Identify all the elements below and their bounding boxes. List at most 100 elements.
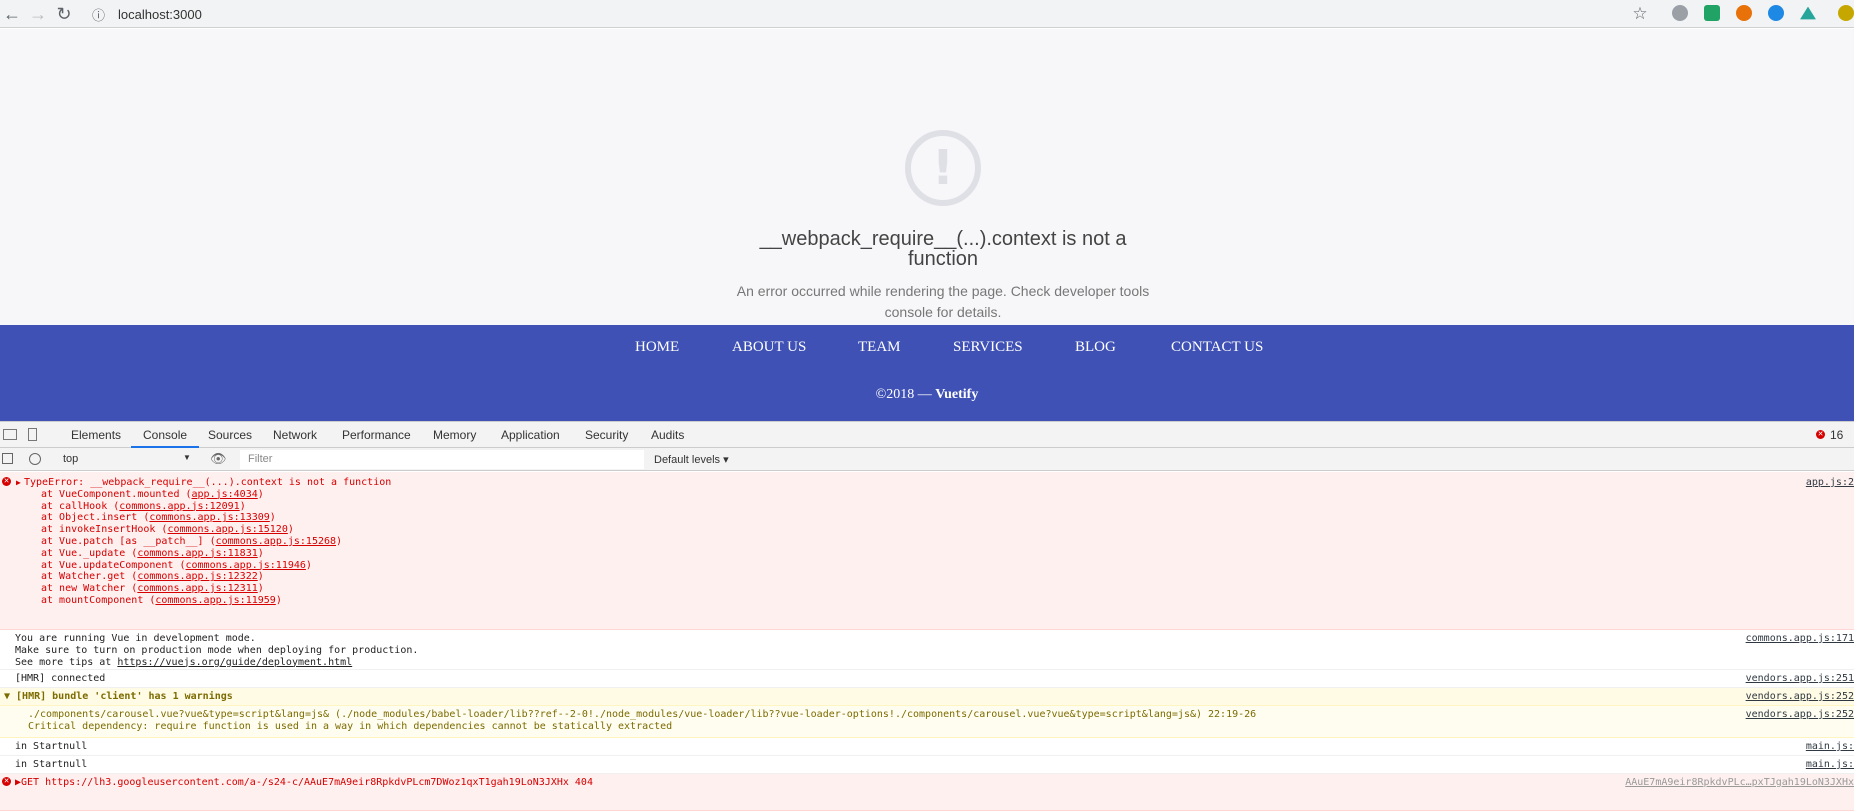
console-error: ✕ ▶GET https://lh3.googleusercontent.com… bbox=[0, 774, 1854, 811]
context-select[interactable]: top bbox=[63, 453, 78, 465]
stack-paren: ) bbox=[287, 524, 294, 536]
network-error[interactable]: ▶GET https://lh3.googleusercontent.com/a… bbox=[15, 777, 1854, 789]
page-viewport: ! __webpack_require__(...).context is no… bbox=[0, 29, 1854, 325]
url-text[interactable]: localhost:3000 bbox=[118, 7, 202, 22]
stack-source-link[interactable]: commons.app.js:12322 bbox=[137, 571, 257, 582]
stack-function: at Watcher.get ( bbox=[41, 571, 138, 583]
stack-source-link[interactable]: app.js:4034 bbox=[192, 489, 258, 500]
expand-icon[interactable]: ▶ bbox=[16, 477, 21, 489]
nav-link-about[interactable]: ABOUT US bbox=[732, 339, 806, 356]
source-link[interactable]: commons.app.js:171 bbox=[1746, 633, 1854, 645]
info-icon[interactable]: ⓘ bbox=[92, 5, 105, 24]
tab-elements[interactable]: Elements bbox=[71, 422, 121, 448]
source-link[interactable]: app.js:2 bbox=[1806, 477, 1854, 489]
tab-performance[interactable]: Performance bbox=[342, 422, 411, 448]
console-log: [HMR] connected vendors.app.js:251 bbox=[0, 670, 1854, 688]
source-link[interactable]: AAuE7mA9eir8RpkdvPLc…pxTJgah19LoN3JXHx bbox=[1625, 777, 1854, 789]
console-toolbar: top ▼ 👁 Filter Default levels ▾ bbox=[0, 448, 1854, 471]
error-icon: ! bbox=[905, 130, 981, 206]
error-icon: ✕ bbox=[2, 777, 11, 786]
console-log: You are running Vue in development mode.… bbox=[0, 630, 1854, 670]
stack-paren: ) bbox=[239, 500, 246, 512]
console-messages: ✕ ▶ TypeError: __webpack_require__(...).c… bbox=[0, 472, 1854, 811]
extension-icon[interactable] bbox=[1704, 5, 1720, 21]
clear-console-icon[interactable] bbox=[29, 453, 41, 465]
stack-frame: at Vue._update (commons.app.js:11831) bbox=[41, 548, 1854, 560]
extension-icon[interactable] bbox=[1672, 5, 1688, 21]
stack-paren: ) bbox=[269, 512, 276, 524]
console-group[interactable]: ▼ [HMR] bundle 'client' has 1 warnings v… bbox=[0, 688, 1854, 706]
eye-icon[interactable]: 👁 bbox=[210, 451, 227, 467]
tab-application[interactable]: Application bbox=[501, 422, 560, 448]
stack-function: at VueComponent.mounted ( bbox=[41, 488, 192, 500]
stack-source-link[interactable]: commons.app.js:12311 bbox=[137, 583, 257, 594]
reload-icon[interactable]: ↻ bbox=[52, 0, 76, 28]
nav-link-services[interactable]: SERVICES bbox=[953, 339, 1023, 356]
extension-icon[interactable] bbox=[1800, 6, 1816, 20]
stack-source-link[interactable]: commons.app.js:13309 bbox=[149, 512, 269, 523]
devtools-tabbar: Elements Console Sources Network Perform… bbox=[0, 422, 1854, 448]
extension-icon[interactable] bbox=[1736, 5, 1752, 21]
log-line: See more tips at https://vuejs.org/guide… bbox=[15, 657, 1854, 669]
profile-avatar[interactable] bbox=[1838, 5, 1854, 21]
copyright-prefix: ©2018 — bbox=[875, 387, 936, 402]
stack-source-link[interactable]: commons.app.js:12091 bbox=[119, 501, 239, 512]
stack-function: at Vue.updateComponent ( bbox=[41, 559, 186, 571]
stack-function: at Vue._update ( bbox=[41, 547, 138, 559]
log-line: You are running Vue in development mode. bbox=[15, 633, 256, 644]
stack-function: at callHook ( bbox=[41, 500, 120, 512]
group-label[interactable]: ▼ [HMR] bundle 'client' has 1 warnings bbox=[4, 691, 1854, 703]
error-icon: ✕ bbox=[2, 477, 11, 486]
stack-frame: at mountComponent (commons.app.js:11959) bbox=[41, 595, 1854, 607]
filter-input[interactable]: Filter bbox=[240, 450, 644, 469]
error-count-icon: ✕ bbox=[1816, 430, 1825, 439]
tab-audits[interactable]: Audits bbox=[651, 422, 684, 448]
tab-network[interactable]: Network bbox=[273, 422, 317, 448]
levels-dropdown[interactable]: Default levels ▾ bbox=[654, 453, 729, 466]
star-icon[interactable]: ☆ bbox=[1628, 0, 1652, 28]
context-dropdown-icon[interactable]: ▼ bbox=[183, 453, 191, 462]
address-bar[interactable]: ⓘ localhost:3000 bbox=[92, 3, 1646, 25]
stack-source-link[interactable]: commons.app.js:15268 bbox=[216, 536, 336, 547]
console-log: in Startnull main.js: bbox=[0, 738, 1854, 756]
error-count[interactable]: 16 bbox=[1830, 422, 1843, 448]
device-toolbar-icon[interactable] bbox=[28, 428, 37, 441]
stack-source-link[interactable]: commons.app.js:11959 bbox=[155, 595, 275, 606]
stack-source-link[interactable]: commons.app.js:11831 bbox=[137, 548, 257, 559]
tab-security[interactable]: Security bbox=[585, 422, 628, 448]
nav-link-team[interactable]: TEAM bbox=[858, 339, 901, 356]
log-line: Make sure to turn on production mode whe… bbox=[15, 644, 419, 656]
tab-console[interactable]: Console bbox=[131, 422, 200, 448]
source-link[interactable]: vendors.app.js:251 bbox=[1746, 673, 1854, 685]
stack-paren: ) bbox=[257, 571, 264, 583]
stack-frame: at new Watcher (commons.app.js:12311) bbox=[41, 583, 1854, 595]
source-link[interactable]: main.js: bbox=[1806, 741, 1854, 753]
docs-link[interactable]: https://vuejs.org/guide/deployment.html bbox=[117, 657, 352, 668]
log-line: in Startnull bbox=[15, 759, 88, 770]
back-icon[interactable]: ← bbox=[0, 0, 24, 28]
nav-link-contact[interactable]: CONTACT US bbox=[1171, 339, 1263, 356]
sidebar-toggle-icon[interactable] bbox=[2, 453, 13, 464]
stack-function: at new Watcher ( bbox=[41, 583, 138, 595]
stack-source-link[interactable]: commons.app.js:15120 bbox=[167, 524, 287, 535]
extension-icon[interactable] bbox=[1768, 5, 1784, 21]
source-link[interactable]: vendors.app.js:252 bbox=[1746, 691, 1854, 703]
error-head[interactable]: ▶ TypeError: __webpack_require__(...).con… bbox=[16, 477, 1854, 489]
tab-memory[interactable]: Memory bbox=[433, 422, 476, 448]
nav-link-home[interactable]: HOME bbox=[635, 339, 679, 356]
stack-frame: at Vue.updateComponent (commons.app.js:1… bbox=[41, 560, 1854, 572]
source-link[interactable]: main.js: bbox=[1806, 759, 1854, 771]
stack-frame: at Vue.patch [as __patch__] (commons.app… bbox=[41, 536, 1854, 548]
nav-link-blog[interactable]: BLOG bbox=[1075, 339, 1116, 356]
forward-icon[interactable]: → bbox=[26, 0, 50, 28]
inspect-icon[interactable] bbox=[3, 429, 17, 440]
stack-paren: ) bbox=[257, 583, 264, 595]
tab-sources[interactable]: Sources bbox=[208, 422, 252, 448]
stack-function: at invokeInsertHook ( bbox=[41, 524, 168, 536]
stack-paren: ) bbox=[275, 594, 282, 606]
error-title: __webpack_require__(...).context is not … bbox=[759, 228, 1127, 270]
copyright-brand: Vuetify bbox=[935, 387, 979, 402]
stack-source-link[interactable]: commons.app.js:11946 bbox=[186, 560, 306, 571]
source-link[interactable]: vendors.app.js:252 bbox=[1746, 709, 1854, 721]
browser-toolbar: ← → ↻ ⓘ localhost:3000 ☆ bbox=[0, 0, 1854, 28]
